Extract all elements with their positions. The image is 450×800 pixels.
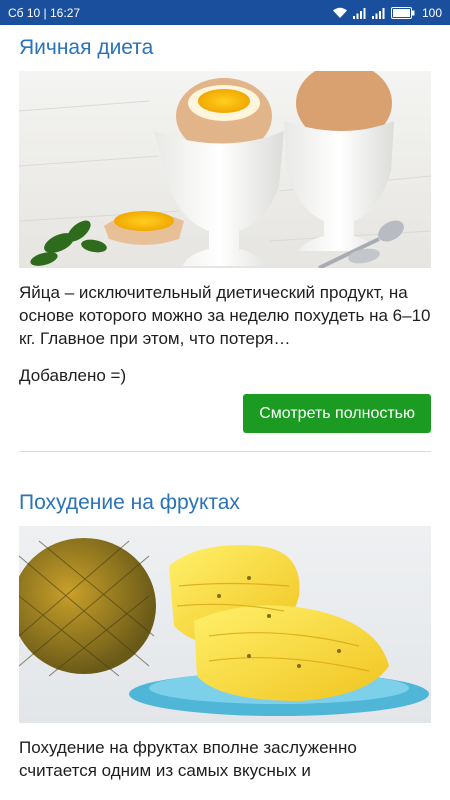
article-actions: Смотреть полностью [19, 394, 431, 433]
view-full-button[interactable]: Смотреть полностью [243, 394, 431, 433]
article-card[interactable]: Яичная диета Яйца – исключительный диети… [19, 25, 431, 452]
article-card[interactable]: Похудение на фруктах Похудение на фрукта… [19, 452, 431, 782]
article-feed[interactable]: Яичная диета Яйца – исключительный диети… [0, 25, 450, 782]
battery-level: 100 [421, 5, 442, 20]
article-image[interactable] [19, 71, 431, 268]
status-time: Сб 10 | 16:27 [8, 5, 81, 20]
article-excerpt: Похудение на фруктах вполне заслуженно с… [19, 738, 357, 780]
signal-icon-2 [371, 7, 386, 19]
signal-icon [352, 7, 367, 19]
wifi-icon [332, 7, 348, 19]
battery-icon [390, 6, 415, 19]
article-title[interactable]: Яичная диета [19, 35, 431, 71]
article-excerpt: Яйца – исключительный диетический продук… [19, 283, 431, 348]
article-image[interactable] [19, 526, 431, 723]
status-bar: Сб 10 | 16:27 100 [0, 0, 450, 25]
status-icons: 100 [332, 6, 442, 20]
article-title[interactable]: Похудение на фруктах [19, 490, 431, 526]
article-added-label: Добавлено =) [19, 366, 127, 385]
